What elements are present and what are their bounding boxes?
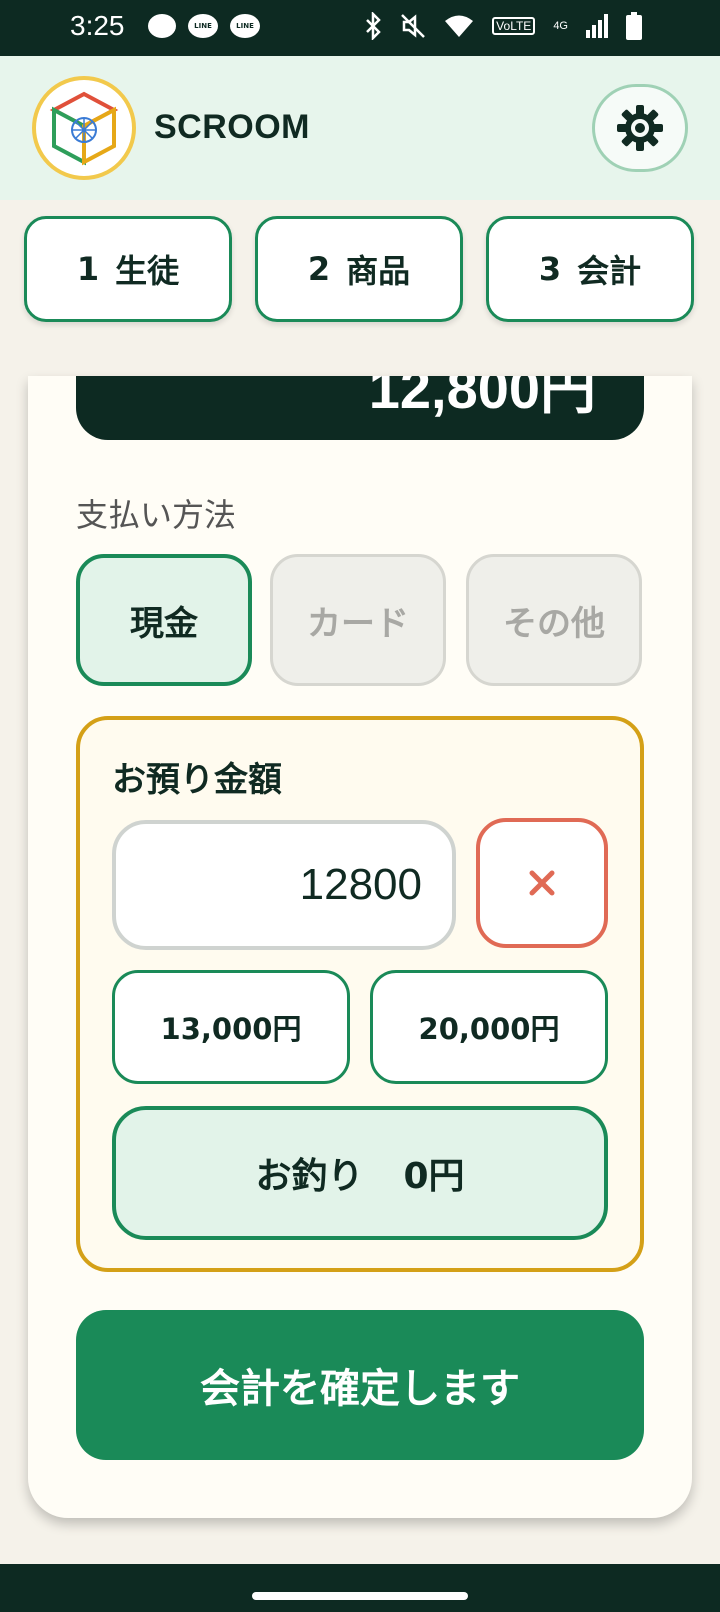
quick-amount-label: 20,000円 [418, 1012, 560, 1046]
line-app-icon: LINE [230, 14, 260, 38]
deposit-amount-input[interactable] [112, 820, 456, 950]
payment-other-label: その他 [503, 603, 605, 644]
quick-amount-20000-button[interactable]: 20,000円 [370, 970, 608, 1084]
notification-icons: LINE LINE [148, 14, 260, 38]
tab-label: 商品 [346, 252, 411, 290]
tab-number: 2 [307, 250, 331, 288]
status-time: 3:25 [70, 10, 125, 41]
status-bar: 3:25 LINE LINE VoLTE 4G [0, 0, 720, 56]
total-amount-bar: 12,800円 [76, 376, 644, 440]
deposit-title: お預り金額 [112, 760, 282, 800]
payment-card-button[interactable]: カード [270, 554, 446, 686]
payment-other-button[interactable]: その他 [466, 554, 642, 686]
volte-badge: VoLTE [492, 17, 536, 35]
tab-students[interactable]: 1 生徒 [24, 216, 232, 322]
scroom-logo-icon [49, 91, 119, 166]
change-label: お釣り [255, 1156, 364, 1197]
tab-label: 生徒 [115, 252, 180, 290]
tab-label: 会計 [577, 252, 642, 290]
payment-card-label: カード [307, 603, 409, 644]
bluetooth-icon [366, 12, 381, 40]
app-logo [32, 76, 136, 180]
quick-amount-label: 13,000円 [160, 1012, 302, 1046]
battery-icon [626, 12, 642, 40]
tab-number: 3 [538, 250, 562, 288]
total-amount: 12,800円 [368, 376, 596, 420]
gear-icon [617, 105, 663, 151]
quick-amount-13000-button[interactable]: 13,000円 [112, 970, 350, 1084]
payment-cash-button[interactable]: 現金 [76, 554, 252, 686]
tab-checkout[interactable]: 3 会計 [486, 216, 694, 322]
payment-cash-label: 現金 [130, 603, 198, 644]
clear-amount-button[interactable] [476, 818, 608, 948]
tab-number: 1 [76, 250, 100, 288]
confirm-checkout-label: 会計を確定します [200, 1366, 520, 1412]
wifi-icon [445, 15, 474, 37]
network-gen: 4G [553, 20, 568, 32]
settings-button[interactable] [592, 84, 688, 172]
mute-icon [401, 14, 426, 38]
app-title: SCROOM [154, 108, 310, 146]
close-icon [529, 870, 555, 896]
change-value: 0円 [403, 1156, 465, 1197]
tab-products[interactable]: 2 商品 [255, 216, 463, 322]
step-tabs: 1 生徒 2 商品 3 会計 [0, 200, 720, 330]
home-indicator[interactable] [252, 1592, 468, 1600]
system-icons: VoLTE 4G [364, 12, 642, 40]
system-nav-bar [0, 1564, 720, 1612]
chat-bubble-icon [148, 14, 176, 38]
confirm-checkout-button[interactable]: 会計を確定します [76, 1310, 644, 1460]
signal-icon [586, 14, 608, 38]
payment-method-label: 支払い方法 [76, 496, 237, 534]
line-app-icon: LINE [188, 14, 218, 38]
change-display: お釣り 0円 [112, 1106, 608, 1240]
